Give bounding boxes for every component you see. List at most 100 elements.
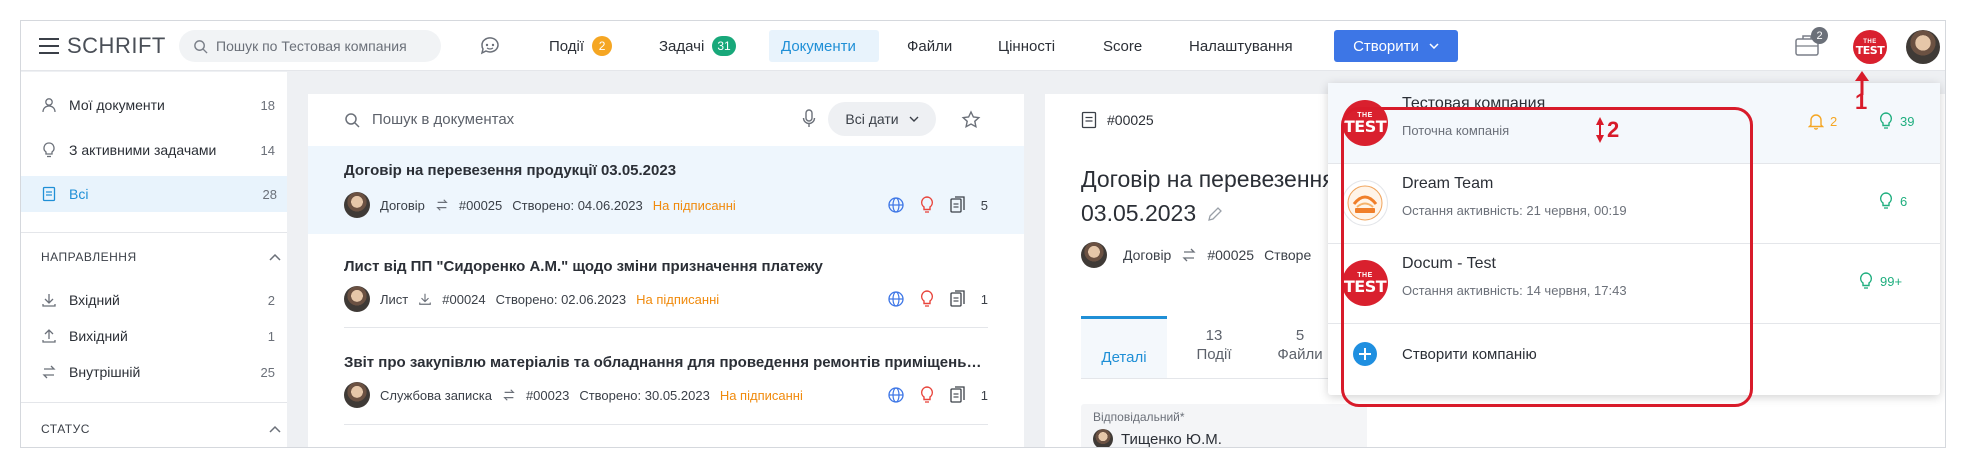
company-switcher-avatar[interactable]: THE TEST: [1853, 30, 1887, 64]
nav-tasks[interactable]: Задачі 31: [647, 30, 748, 62]
row-icons: 5: [887, 196, 988, 214]
sidebar-item-my-documents[interactable]: Мої документи 18: [35, 89, 279, 121]
nav-events[interactable]: Події 2: [537, 30, 624, 62]
company-logo-main-text: TEST: [1343, 276, 1387, 296]
sidebar-item-label: Внутрішній: [69, 364, 141, 380]
swap-icon: [502, 388, 516, 402]
company-subtitle: Остання активність: 14 червня, 17:43: [1402, 283, 1627, 298]
status-section-header[interactable]: СТАТУС: [41, 422, 281, 436]
sidebar-item-count: 18: [260, 97, 275, 113]
global-search-input[interactable]: Пошук по Тестовая компания: [179, 30, 441, 62]
nav-files[interactable]: Файли: [895, 30, 964, 62]
table-row[interactable]: Звіт про закупівлю матеріалів та обладна…: [308, 340, 1024, 420]
sidebar-item-count: 1: [267, 328, 275, 344]
sidebar-item-count: 14: [260, 142, 275, 158]
bulb-icon: [1878, 112, 1894, 130]
files-count: 5: [980, 197, 988, 213]
search-icon: [344, 112, 360, 128]
app-logo[interactable]: SCHRIFT: [39, 33, 166, 58]
sidebar-item-count: 2: [267, 292, 275, 308]
responsible-field[interactable]: Відповідальний* Тищенко Ю.М.: [1081, 404, 1367, 447]
tab-events[interactable]: 13 Події: [1173, 326, 1255, 364]
document-title[interactable]: Звіт про закупівлю матеріалів та обладна…: [344, 354, 984, 371]
direction-section-header[interactable]: НАПРАВЛЕННЯ: [41, 250, 281, 264]
document-title[interactable]: Договір на перевезення продукції 03.05.2…: [344, 162, 984, 179]
sidebar-item-label: Вхідний: [69, 292, 120, 308]
company-item-dream-team[interactable]: Dream Team Остання активність: 21 червня…: [1328, 163, 1940, 243]
files-icon[interactable]: [949, 386, 967, 404]
table-row[interactable]: Договір на перевезення продукції 03.05.2…: [308, 146, 1024, 234]
search-icon: [193, 39, 208, 54]
company-item-docum-test[interactable]: THE TEST Docum - Test Остання активність…: [1328, 243, 1940, 323]
tab-events-count: 13: [1205, 327, 1223, 344]
detail-meta: Договір #00025 Створе: [1081, 242, 1311, 268]
bulb-icon[interactable]: [919, 290, 935, 308]
detail-title-date: 03.05.2023: [1081, 200, 1197, 226]
nav-tasks-label: Задачі: [659, 37, 705, 55]
bulb-icon: [41, 142, 57, 158]
row-divider: [344, 424, 988, 425]
document-icon: [41, 186, 57, 202]
files-icon[interactable]: [949, 290, 967, 308]
sidebar-item-count: 25: [260, 364, 275, 380]
globe-icon[interactable]: [887, 386, 905, 404]
create-company-button[interactable]: Створити компанію: [1352, 341, 1537, 367]
create-button[interactable]: Створити: [1334, 30, 1458, 62]
sidebar: Мої документи 18 З активними задачами 14…: [21, 72, 287, 447]
menu-icon[interactable]: [39, 38, 59, 54]
sidebar-item-active-tasks[interactable]: З активними задачами 14: [35, 134, 279, 166]
create-company-label: Створити компанію: [1402, 345, 1537, 363]
sidebar-item-label: Всі: [69, 186, 89, 202]
detail-number: #00025: [1107, 112, 1154, 128]
document-created: Створено: 30.05.2023: [579, 387, 710, 403]
sidebar-item-internal[interactable]: Внутрішній 25: [35, 356, 279, 388]
document-title[interactable]: Лист від ПП "Сидоренко А.М." щодо зміни …: [344, 258, 984, 275]
globe-icon[interactable]: [887, 290, 905, 308]
nav-documents[interactable]: Документи: [769, 30, 879, 62]
date-filter-dropdown[interactable]: Всі дати: [828, 102, 936, 136]
logo-text: SCHRIFT: [67, 33, 166, 58]
bell-icon: [1808, 112, 1824, 130]
star-icon[interactable]: [961, 110, 981, 130]
company-switcher-dropdown: THE TEST Тестовая компания Поточна компа…: [1328, 83, 1940, 395]
microphone-icon[interactable]: [802, 109, 816, 129]
tab-details[interactable]: Деталі: [1081, 316, 1167, 378]
annotation-arrow-vertical: [1596, 117, 1604, 143]
company-tasks: 6: [1878, 192, 1907, 210]
document-type: Службова записка: [380, 387, 492, 403]
tab-details-label: Деталі: [1101, 349, 1147, 366]
document-created: Створено: 02.06.2023: [495, 291, 627, 307]
annotation-number-2: 2: [1607, 117, 1620, 142]
sidebar-item-all[interactable]: Всі 28: [21, 176, 287, 212]
company-logo: THE TEST: [1342, 260, 1388, 306]
document-created: Створено: 04.06.2023: [512, 197, 643, 213]
dream-team-logo: [1342, 180, 1388, 226]
direction-heading: НАПРАВЛЕННЯ: [41, 250, 137, 264]
dropdown-divider: [1328, 323, 1940, 324]
detail-type: Договір: [1123, 247, 1172, 263]
bulb-icon[interactable]: [919, 196, 935, 214]
row-icons: 1: [887, 290, 988, 308]
document-number: #00025: [458, 197, 503, 213]
sidebar-item-incoming[interactable]: Вхідний 2: [35, 284, 279, 316]
files-icon[interactable]: [949, 196, 967, 214]
nav-score[interactable]: Score: [1091, 30, 1154, 62]
chat-bot-icon[interactable]: [478, 34, 502, 58]
user-avatar[interactable]: [1906, 30, 1940, 64]
swap-icon: [41, 364, 57, 380]
nav-settings[interactable]: Налаштування: [1177, 30, 1305, 62]
table-row[interactable]: Лист від ПП "Сидоренко А.М." щодо зміни …: [308, 244, 1024, 324]
notifications-count: 2: [1830, 113, 1838, 129]
row-icons: 1: [887, 386, 988, 404]
company-tasks: 99+: [1858, 272, 1902, 290]
globe-icon[interactable]: [887, 196, 905, 214]
document-meta: Службова записка #00023 Створено: 30.05.…: [344, 382, 803, 408]
sidebar-item-outgoing[interactable]: Вихідний 1: [35, 320, 279, 352]
document-list: Пошук в документах Всі дати Договір на п…: [308, 94, 1024, 447]
app-window: SCHRIFT Пошук по Тестовая компания Події…: [20, 20, 1946, 448]
bulb-icon[interactable]: [919, 386, 935, 404]
nav-values[interactable]: Цінності: [986, 30, 1067, 62]
author-avatar: [344, 382, 370, 408]
pencil-icon[interactable]: [1206, 205, 1224, 223]
document-search-input[interactable]: Пошук в документах: [372, 111, 514, 128]
